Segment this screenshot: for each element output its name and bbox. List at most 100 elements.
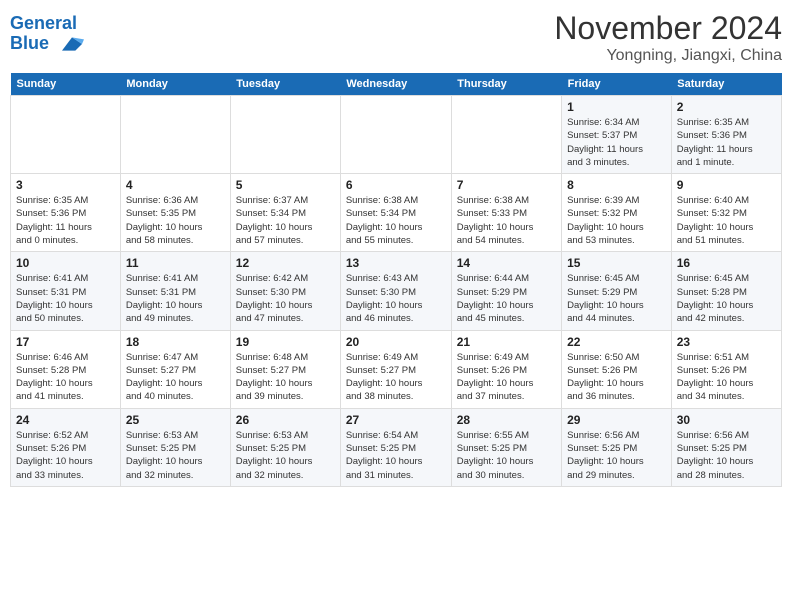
calendar-body: 1 Sunrise: 6:34 AM Sunset: 5:37 PM Daylig… xyxy=(11,96,782,487)
location-subtitle: Yongning, Jiangxi, China xyxy=(554,47,782,65)
day-info: Sunrise: 6:45 AM Sunset: 5:28 PM Dayligh… xyxy=(677,272,776,325)
day-info: Sunrise: 6:35 AM Sunset: 5:36 PM Dayligh… xyxy=(677,116,776,169)
day-info: Sunrise: 6:40 AM Sunset: 5:32 PM Dayligh… xyxy=(677,194,776,247)
calendar-cell: 27 Sunrise: 6:54 AM Sunset: 5:25 PM Dayli… xyxy=(340,408,451,486)
logo-blue: Blue xyxy=(10,34,86,54)
day-number: 26 xyxy=(236,413,335,427)
calendar-week-row: 10 Sunrise: 6:41 AM Sunset: 5:31 PM Dayli… xyxy=(11,252,782,330)
day-number: 5 xyxy=(236,178,335,192)
day-number: 12 xyxy=(236,256,335,270)
day-number: 9 xyxy=(677,178,776,192)
day-number: 23 xyxy=(677,335,776,349)
day-number: 14 xyxy=(457,256,556,270)
calendar-cell: 22 Sunrise: 6:50 AM Sunset: 5:26 PM Dayli… xyxy=(562,330,672,408)
day-number: 13 xyxy=(346,256,446,270)
day-number: 16 xyxy=(677,256,776,270)
calendar-header: SundayMondayTuesdayWednesdayThursdayFrid… xyxy=(11,73,782,96)
day-number: 18 xyxy=(126,335,225,349)
calendar-cell: 21Sunrise: 6:49 AM Sunset: 5:26 PM Dayli… xyxy=(451,330,561,408)
day-info: Sunrise: 6:47 AM Sunset: 5:27 PM Dayligh… xyxy=(126,351,225,404)
calendar-cell xyxy=(340,96,451,174)
calendar-cell xyxy=(230,96,340,174)
weekday-header-tuesday: Tuesday xyxy=(230,73,340,96)
calendar-cell: 9 Sunrise: 6:40 AM Sunset: 5:32 PM Daylig… xyxy=(671,174,781,252)
day-info: Sunrise: 6:46 AM Sunset: 5:28 PM Dayligh… xyxy=(16,351,115,404)
day-number: 30 xyxy=(677,413,776,427)
day-info: Sunrise: 6:34 AM Sunset: 5:37 PM Dayligh… xyxy=(567,116,666,169)
day-info: Sunrise: 6:42 AM Sunset: 5:30 PM Dayligh… xyxy=(236,272,335,325)
weekday-header-wednesday: Wednesday xyxy=(340,73,451,96)
day-number: 21 xyxy=(457,335,556,349)
day-number: 3 xyxy=(16,178,115,192)
calendar-cell: 2 Sunrise: 6:35 AM Sunset: 5:36 PM Daylig… xyxy=(671,96,781,174)
day-info: Sunrise: 6:55 AM Sunset: 5:25 PM Dayligh… xyxy=(457,429,556,482)
day-info: Sunrise: 6:44 AM Sunset: 5:29 PM Dayligh… xyxy=(457,272,556,325)
weekday-header-saturday: Saturday xyxy=(671,73,781,96)
month-year-title: November 2024 xyxy=(554,10,782,47)
calendar-cell: 11 Sunrise: 6:41 AM Sunset: 5:31 PM Dayli… xyxy=(120,252,230,330)
calendar-cell: 13 Sunrise: 6:43 AM Sunset: 5:30 PM Dayli… xyxy=(340,252,451,330)
day-info: Sunrise: 6:43 AM Sunset: 5:30 PM Dayligh… xyxy=(346,272,446,325)
day-info: Sunrise: 6:53 AM Sunset: 5:25 PM Dayligh… xyxy=(236,429,335,482)
calendar-cell: 1 Sunrise: 6:34 AM Sunset: 5:37 PM Daylig… xyxy=(562,96,672,174)
day-info: Sunrise: 6:41 AM Sunset: 5:31 PM Dayligh… xyxy=(126,272,225,325)
calendar-cell: 18 Sunrise: 6:47 AM Sunset: 5:27 PM Dayli… xyxy=(120,330,230,408)
day-number: 28 xyxy=(457,413,556,427)
weekday-header-monday: Monday xyxy=(120,73,230,96)
calendar-cell: 5 Sunrise: 6:37 AM Sunset: 5:34 PM Daylig… xyxy=(230,174,340,252)
day-info: Sunrise: 6:56 AM Sunset: 5:25 PM Dayligh… xyxy=(567,429,666,482)
calendar-cell: 30 Sunrise: 6:56 AM Sunset: 5:25 PM Dayli… xyxy=(671,408,781,486)
page-header: General Blue November 2024 Yongning, Jia… xyxy=(10,10,782,65)
calendar-cell: 16 Sunrise: 6:45 AM Sunset: 5:28 PM Dayli… xyxy=(671,252,781,330)
day-info: Sunrise: 6:37 AM Sunset: 5:34 PM Dayligh… xyxy=(236,194,335,247)
day-info: Sunrise: 6:56 AM Sunset: 5:25 PM Dayligh… xyxy=(677,429,776,482)
calendar-cell: 3Sunrise: 6:35 AM Sunset: 5:36 PM Daylig… xyxy=(11,174,121,252)
day-info: Sunrise: 6:52 AM Sunset: 5:26 PM Dayligh… xyxy=(16,429,115,482)
day-info: Sunrise: 6:53 AM Sunset: 5:25 PM Dayligh… xyxy=(126,429,225,482)
day-number: 17 xyxy=(16,335,115,349)
calendar-cell: 29 Sunrise: 6:56 AM Sunset: 5:25 PM Dayli… xyxy=(562,408,672,486)
weekday-header-friday: Friday xyxy=(562,73,672,96)
calendar-cell: 15 Sunrise: 6:45 AM Sunset: 5:29 PM Dayli… xyxy=(562,252,672,330)
day-number: 8 xyxy=(567,178,666,192)
calendar-cell: 12 Sunrise: 6:42 AM Sunset: 5:30 PM Dayli… xyxy=(230,252,340,330)
day-number: 15 xyxy=(567,256,666,270)
calendar-cell xyxy=(120,96,230,174)
calendar-cell: 26 Sunrise: 6:53 AM Sunset: 5:25 PM Dayli… xyxy=(230,408,340,486)
day-number: 24 xyxy=(16,413,115,427)
day-number: 7 xyxy=(457,178,556,192)
day-number: 20 xyxy=(346,335,446,349)
logo-general: General xyxy=(10,13,77,33)
day-info: Sunrise: 6:54 AM Sunset: 5:25 PM Dayligh… xyxy=(346,429,446,482)
day-info: Sunrise: 6:51 AM Sunset: 5:26 PM Dayligh… xyxy=(677,351,776,404)
day-info: Sunrise: 6:38 AM Sunset: 5:34 PM Dayligh… xyxy=(346,194,446,247)
day-number: 10 xyxy=(16,256,115,270)
day-number: 11 xyxy=(126,256,225,270)
day-number: 29 xyxy=(567,413,666,427)
calendar-cell: 28 Sunrise: 6:55 AM Sunset: 5:25 PM Dayli… xyxy=(451,408,561,486)
calendar-cell: 17 Sunrise: 6:46 AM Sunset: 5:28 PM Dayli… xyxy=(11,330,121,408)
day-info: Sunrise: 6:39 AM Sunset: 5:32 PM Dayligh… xyxy=(567,194,666,247)
calendar-cell xyxy=(11,96,121,174)
weekday-header-thursday: Thursday xyxy=(451,73,561,96)
day-number: 22 xyxy=(567,335,666,349)
day-number: 2 xyxy=(677,100,776,114)
day-number: 27 xyxy=(346,413,446,427)
calendar-cell: 6 Sunrise: 6:38 AM Sunset: 5:34 PM Daylig… xyxy=(340,174,451,252)
calendar-week-row: 17 Sunrise: 6:46 AM Sunset: 5:28 PM Dayli… xyxy=(11,330,782,408)
logo-text: General xyxy=(10,14,86,34)
logo-icon xyxy=(58,34,86,54)
day-number: 6 xyxy=(346,178,446,192)
day-info: Sunrise: 6:48 AM Sunset: 5:27 PM Dayligh… xyxy=(236,351,335,404)
day-info: Sunrise: 6:50 AM Sunset: 5:26 PM Dayligh… xyxy=(567,351,666,404)
weekday-header-row: SundayMondayTuesdayWednesdayThursdayFrid… xyxy=(11,73,782,96)
calendar-week-row: 3Sunrise: 6:35 AM Sunset: 5:36 PM Daylig… xyxy=(11,174,782,252)
day-number: 1 xyxy=(567,100,666,114)
day-number: 19 xyxy=(236,335,335,349)
calendar-cell: 20Sunrise: 6:49 AM Sunset: 5:27 PM Dayli… xyxy=(340,330,451,408)
day-number: 25 xyxy=(126,413,225,427)
calendar-cell: 8 Sunrise: 6:39 AM Sunset: 5:32 PM Daylig… xyxy=(562,174,672,252)
calendar-cell: 14 Sunrise: 6:44 AM Sunset: 5:29 PM Dayli… xyxy=(451,252,561,330)
day-info: Sunrise: 6:45 AM Sunset: 5:29 PM Dayligh… xyxy=(567,272,666,325)
calendar-cell: 10Sunrise: 6:41 AM Sunset: 5:31 PM Dayli… xyxy=(11,252,121,330)
